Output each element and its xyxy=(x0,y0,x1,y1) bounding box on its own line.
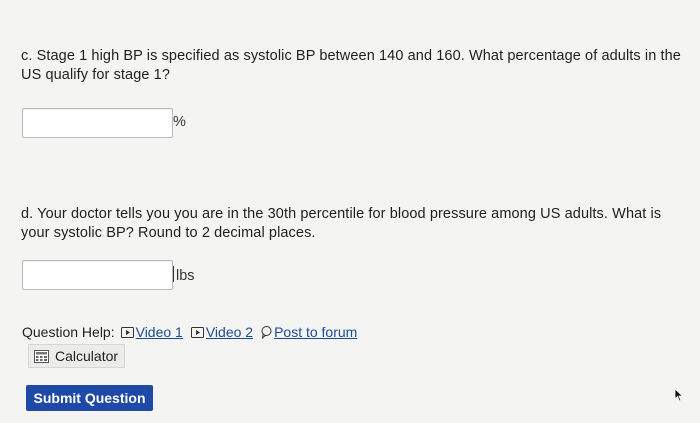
video-2-label: Video 2 xyxy=(205,324,254,340)
question-c-text: c. Stage 1 high BP is specified as systo… xyxy=(21,48,681,83)
calculator-icon xyxy=(34,349,49,363)
video-1-label: Video 1 xyxy=(135,324,183,340)
unit-label-percent: % xyxy=(173,114,186,130)
calculator-label: Calculator xyxy=(55,348,119,364)
question-d-text: d. Your doctor tells you you are in the … xyxy=(21,206,662,241)
text-cursor-bar xyxy=(173,266,174,282)
answer-input-d[interactable] xyxy=(22,260,173,290)
question-help-bar: Question Help: Video 1 Video 2 Post to f… xyxy=(22,323,365,341)
submit-question-button[interactable]: Submit Question xyxy=(26,385,153,411)
mouse-pointer-icon xyxy=(674,388,684,402)
calculator-button[interactable]: Calculator xyxy=(28,344,126,368)
unit-label-lbs: lbs xyxy=(173,266,195,285)
post-to-forum-link[interactable]: Post to forum xyxy=(261,323,357,341)
video-play-icon xyxy=(120,326,134,338)
post-to-forum-label: Post to forum xyxy=(274,324,358,340)
video-2-link[interactable]: Video 2 xyxy=(190,323,254,341)
video-play-icon xyxy=(190,326,204,338)
video-1-link[interactable]: Video 1 xyxy=(120,323,183,341)
speech-bubble-icon xyxy=(261,325,272,339)
question-help-label: Question Help: xyxy=(22,324,115,340)
answer-input-c[interactable] xyxy=(22,108,173,138)
unit-label-lbs-text: lbs xyxy=(176,268,195,284)
